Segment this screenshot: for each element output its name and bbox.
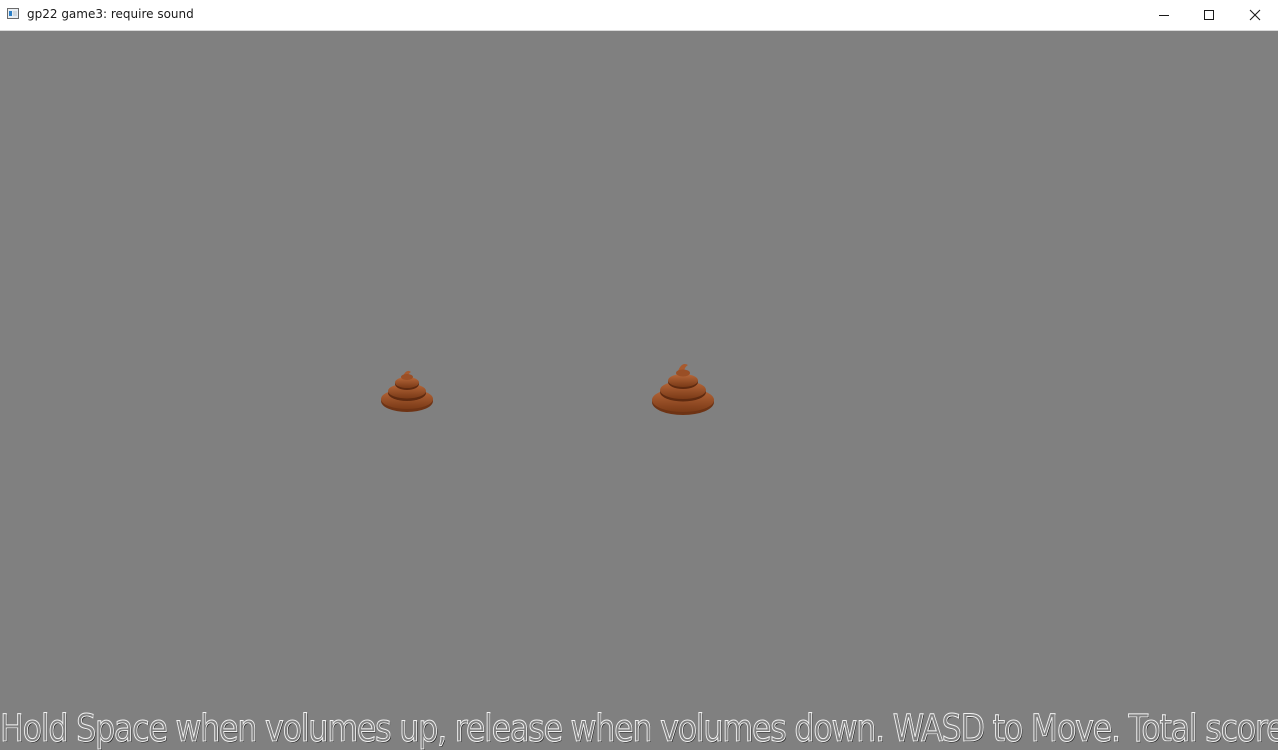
maximize-button[interactable] xyxy=(1186,0,1232,30)
game-viewport[interactable]: Hold Space when volumes up, release when… xyxy=(0,31,1278,750)
maximize-icon xyxy=(1204,10,1214,20)
minimize-icon xyxy=(1159,15,1169,16)
close-button[interactable] xyxy=(1232,0,1278,30)
poop-icon xyxy=(381,370,433,412)
title-bar[interactable]: gp22 game3: require sound xyxy=(0,0,1278,31)
app-icon xyxy=(7,8,19,19)
poop-icon xyxy=(652,364,714,415)
close-icon xyxy=(1249,9,1261,21)
minimize-button[interactable] xyxy=(1141,0,1187,30)
hud-instructions-score: Hold Space when volumes up, release when… xyxy=(0,707,1278,750)
window-title: gp22 game3: require sound xyxy=(27,7,194,21)
